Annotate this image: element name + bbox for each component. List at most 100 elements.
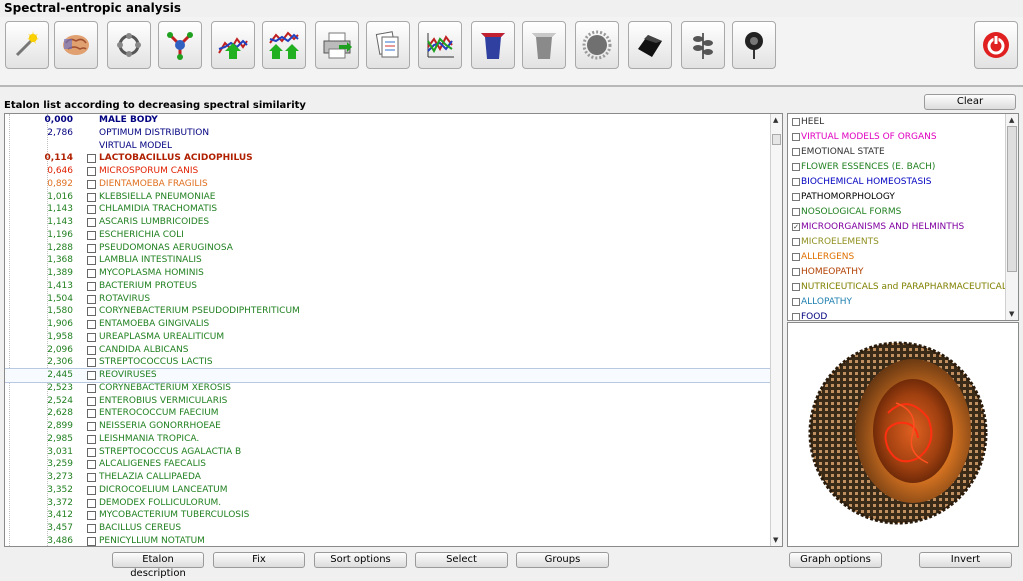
category-item[interactable]: NUTRICEUTICALS and PARAPHARMACEUTICALS [788,280,1013,295]
etalon-checkbox[interactable] [87,320,96,329]
category-item[interactable]: FOOD [788,310,1006,320]
checkbox[interactable] [792,268,800,276]
category-item[interactable]: PATHOMORPHOLOGY [788,190,1006,205]
etalon-checkbox[interactable] [87,409,96,419]
etalon-row[interactable]: 2,306 STREPTOCOCCUS LACTIS [5,356,771,369]
category-item[interactable]: BIOCHEMICAL HOMEOSTASIS [788,175,1006,190]
category-item[interactable]: NOSOLOGICAL FORMS [788,205,1006,220]
groups-button[interactable]: Groups [516,552,609,568]
invert-button[interactable]: Invert [919,552,1012,568]
brain-button[interactable] [54,21,98,69]
category-item[interactable]: ALLERGENS [788,250,1006,265]
category-item[interactable]: EMOTIONAL STATE [788,145,1006,160]
category-list[interactable]: HEEL VIRTUAL MODELS OF ORGANS EMOTIONAL ST… [787,113,1019,321]
etalon-checkbox[interactable] [87,511,96,521]
etalon-checkbox[interactable] [87,179,96,189]
plant-button[interactable] [681,21,725,69]
etalon-checkbox[interactable] [87,396,96,406]
etalon-checkbox[interactable] [87,281,96,291]
black-stone-button[interactable] [628,21,672,69]
sort-options-button[interactable]: Sort options [314,552,407,568]
etalon-row[interactable]: 1,958 UREAPLASMA UREALITICUM [5,331,771,344]
virus-button[interactable] [575,21,619,69]
etalon-checkbox[interactable] [87,345,96,355]
etalon-row[interactable]: 3,273 THELAZIA CALLIPAEDA [5,471,771,484]
spectrum-button[interactable] [418,21,462,69]
etalon-row[interactable]: 3,031 STREPTOCOCCUS AGALACTIA B [5,446,771,459]
etalon-row[interactable]: 0,000 MALE BODY [5,114,771,127]
category-item[interactable]: MICROELEMENTS [788,235,1006,250]
etalon-checkbox[interactable] [87,498,96,508]
etalon-row[interactable]: 2,096 CANDIDA ALBICANS [5,344,771,357]
etalon-checkbox[interactable] [87,192,96,202]
etalon-row[interactable]: 1,143 CHLAMIDIA TRACHOMATIS [5,203,771,216]
etalon-row[interactable]: 1,389 MYCOPLASMA HOMINIS [5,267,771,280]
etalon-row[interactable]: 2,899 NEISSERIA GONORRHOEAE [5,420,771,433]
etalon-row[interactable]: 3,412 MYCOBACTERIUM TUBERCULOSIS [5,509,771,522]
etalon-row[interactable]: 1,143 ASCARIS LUMBRICOIDES [5,216,771,229]
etalon-checkbox[interactable] [87,218,96,227]
etalon-scrollbar[interactable]: ▲ ▼ [770,114,782,546]
etalon-checkbox[interactable] [87,307,96,317]
category-item[interactable]: VIRTUAL MODELS OF ORGANS [788,130,1006,145]
wand-button[interactable] [5,21,49,69]
scroll-down-arrow-icon[interactable]: ▼ [773,536,778,544]
scroll-down-arrow-icon[interactable]: ▼ [1009,310,1014,318]
graph-compare-button[interactable] [262,21,306,69]
etalon-checkbox[interactable] [87,383,96,393]
etalon-row[interactable]: 2,523 CORYNEBACTERIUM XEROSIS [5,382,771,395]
flower-button[interactable] [732,21,776,69]
etalon-checkbox[interactable] [87,269,96,278]
checkbox[interactable] [792,163,800,171]
clear-button[interactable]: Clear [924,94,1016,110]
category-item[interactable]: FLOWER ESSENCES (E. BACH) [788,160,1006,175]
etalon-checkbox[interactable] [87,205,96,215]
checkbox[interactable] [792,283,800,291]
checkbox[interactable] [792,298,800,306]
grey-cup-button[interactable] [522,21,566,69]
etalon-checkbox[interactable] [87,332,96,342]
checkbox[interactable] [792,238,800,246]
etalon-row[interactable]: 2,786 OPTIMUM DISTRIBUTION [5,127,771,140]
etalon-row[interactable]: 3,486 PENICYLLIUM NOTATUM [5,535,771,546]
etalon-list[interactable]: 0,000 MALE BODY 2,786 OPTIMUM DISTRIBUTION V… [4,113,783,547]
scroll-up-arrow-icon[interactable]: ▲ [773,116,778,124]
checkbox[interactable] [792,193,800,201]
etalon-checkbox[interactable] [87,536,96,546]
select-button[interactable]: Select [415,552,508,568]
etalon-checkbox[interactable] [87,473,96,482]
category-item[interactable]: HOMEOPATHY [788,265,1006,280]
documents-button[interactable] [366,21,410,69]
scroll-thumb[interactable] [1007,126,1017,272]
etalon-row[interactable]: 0,892 DIENTAMOEBA FRAGILIS [5,178,771,191]
etalon-checkbox[interactable] [87,167,96,176]
network-button[interactable] [158,21,202,69]
etalon-row[interactable]: 3,457 BACILLUS CEREUS [5,522,771,535]
graph-options-button[interactable]: Graph options [789,552,882,568]
etalon-row[interactable]: 1,906 ENTAMOEBA GINGIVALIS [5,318,771,331]
etalon-row[interactable]: 1,196 ESCHERICHIA COLI [5,229,771,242]
etalon-row[interactable]: 1,288 PSEUDOMONAS AERUGINOSA [5,242,771,255]
etalon-checkbox[interactable] [87,230,96,240]
etalon-row[interactable]: 0,114 LACTOBACILLUS ACIDOPHILUS [5,152,771,165]
etalon-checkbox[interactable] [87,154,96,164]
etalon-row[interactable]: 1,580 CORYNEBACTERIUM PSEUDODIPHTERITICUM [5,305,771,318]
category-scrollbar[interactable]: ▲ ▼ [1005,114,1018,320]
checkbox[interactable] [792,178,800,186]
checkbox[interactable] [792,148,800,156]
checkbox[interactable] [792,208,800,216]
scroll-up-arrow-icon[interactable]: ▲ [1009,116,1014,124]
etalon-row[interactable]: VIRTUAL MODEL [5,140,771,153]
scroll-thumb[interactable] [772,134,781,145]
molecule-button[interactable] [107,21,151,69]
etalon-checkbox[interactable] [87,460,96,470]
etalon-checkbox[interactable] [87,371,96,380]
etalon-checkbox[interactable] [87,294,96,304]
etalon-checkbox[interactable] [87,256,96,266]
etalon-row[interactable]: 1,016 KLEBSIELLA PNEUMONIAE [5,191,771,204]
checkbox[interactable] [792,118,800,126]
fix-button[interactable]: Fix [213,552,305,568]
checkbox[interactable] [792,133,800,141]
power-button[interactable] [974,21,1018,69]
etalon-checkbox[interactable] [87,422,96,431]
